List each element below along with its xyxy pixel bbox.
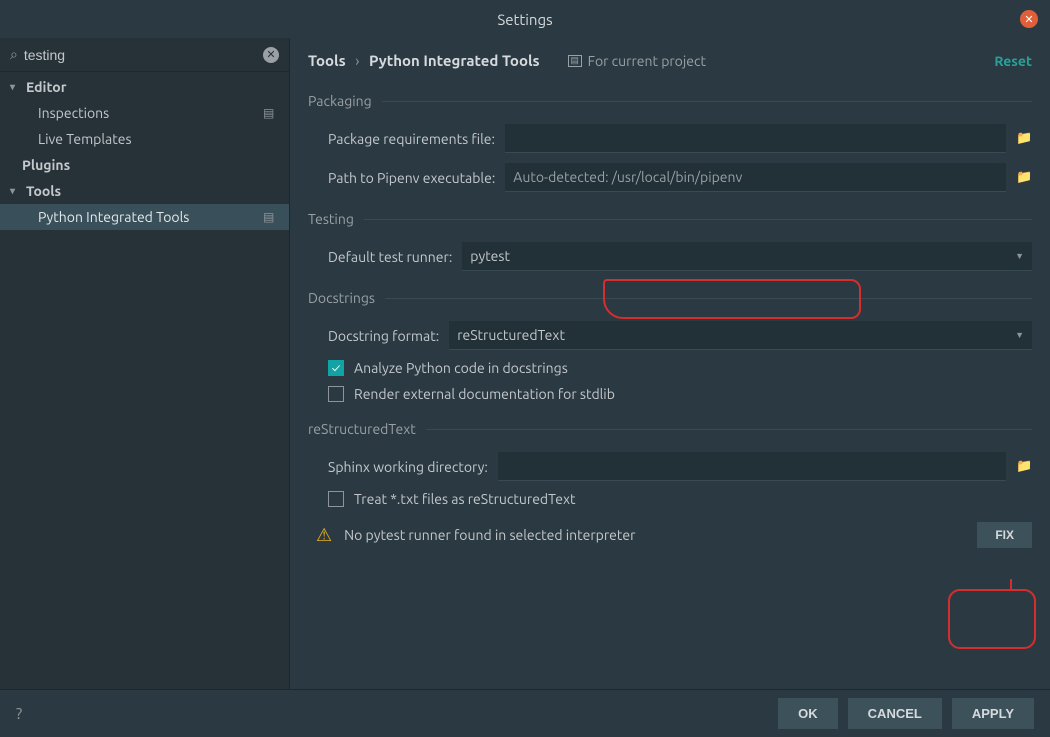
sidebar-item-tools[interactable]: ▾ Tools <box>0 178 289 204</box>
docstring-format-label: Docstring format: <box>328 328 439 344</box>
analyze-docstrings-label: Analyze Python code in docstrings <box>354 360 568 376</box>
folder-icon[interactable]: 📁 <box>1016 459 1032 474</box>
sidebar-label: Plugins <box>22 157 70 173</box>
project-scope-icon: ▤ <box>568 55 582 67</box>
chevron-down-icon: ▼ <box>1015 330 1024 340</box>
chevron-down-icon: ▾ <box>10 81 24 93</box>
analyze-docstrings-checkbox[interactable]: ✓ <box>328 360 344 376</box>
render-stdlib-label: Render external documentation for stdlib <box>354 386 615 402</box>
sidebar-item-inspections[interactable]: Inspections ▤ <box>0 100 289 126</box>
help-icon[interactable]: ? <box>16 705 22 723</box>
reset-link[interactable]: Reset <box>994 53 1032 69</box>
package-requirements-label: Package requirements file: <box>328 131 495 147</box>
section-title-label: Docstrings <box>308 290 375 306</box>
search-box: ⌕ ✕ <box>0 38 289 72</box>
render-stdlib-checkbox[interactable] <box>328 386 344 402</box>
search-icon: ⌕ <box>10 46 18 63</box>
section-title-label: Packaging <box>308 93 372 109</box>
docstring-format-dropdown[interactable]: reStructuredText ▼ <box>449 321 1032 350</box>
pipenv-path-label: Path to Pipenv executable: <box>328 170 495 186</box>
sidebar-item-live-templates[interactable]: Live Templates <box>0 126 289 152</box>
ok-button[interactable]: OK <box>778 698 838 729</box>
section-title-label: Testing <box>308 211 354 227</box>
cancel-button[interactable]: CANCEL <box>848 698 942 729</box>
folder-icon[interactable]: 📁 <box>1016 131 1032 146</box>
sphinx-dir-label: Sphinx working directory: <box>328 459 488 475</box>
clear-search-icon[interactable]: ✕ <box>263 47 279 63</box>
breadcrumb: Tools › Python Integrated Tools <box>308 52 540 69</box>
folder-icon[interactable]: 📁 <box>1016 170 1032 185</box>
section-packaging: Packaging <box>308 93 1032 109</box>
project-scope-icon: ▤ <box>263 210 279 224</box>
pipenv-path-field[interactable]: Auto-detected: /usr/local/bin/pipenv <box>505 163 1006 192</box>
sidebar-label: Tools <box>26 183 61 199</box>
warning-icon: ⚠ <box>316 525 332 546</box>
sidebar-label: Live Templates <box>38 131 132 147</box>
sphinx-dir-field[interactable] <box>498 452 1006 481</box>
sidebar-label: Python Integrated Tools <box>38 209 189 225</box>
sidebar-item-python-integrated-tools[interactable]: Python Integrated Tools ▤ <box>0 204 289 230</box>
dropdown-value: reStructuredText <box>457 327 565 343</box>
sidebar-item-editor[interactable]: ▾ Editor <box>0 74 289 100</box>
section-rst: reStructuredText <box>308 421 1032 437</box>
package-requirements-field[interactable] <box>505 124 1006 153</box>
default-test-runner-dropdown[interactable]: pytest ▼ <box>462 242 1032 271</box>
chevron-down-icon: ▼ <box>1015 251 1024 261</box>
apply-button[interactable]: APPLY <box>952 698 1034 729</box>
settings-content: Tools › Python Integrated Tools ▤ For cu… <box>290 38 1050 689</box>
default-test-runner-label: Default test runner: <box>328 249 452 265</box>
for-current-project-label: For current project <box>588 53 706 69</box>
section-title-label: reStructuredText <box>308 421 416 437</box>
breadcrumb-root: Tools <box>308 52 346 69</box>
dropdown-value: pytest <box>470 248 510 264</box>
treat-txt-checkbox[interactable] <box>328 491 344 507</box>
breadcrumb-separator: › <box>355 52 359 69</box>
project-scope-icon: ▤ <box>263 106 279 120</box>
sidebar-label: Editor <box>26 79 66 95</box>
treat-txt-label: Treat *.txt files as reStructuredText <box>354 491 576 507</box>
warning-text: No pytest runner found in selected inter… <box>344 527 635 543</box>
search-input[interactable] <box>24 47 263 63</box>
window-title: Settings <box>497 11 552 28</box>
sidebar-label: Inspections <box>38 105 109 121</box>
close-icon[interactable]: ✕ <box>1020 10 1038 28</box>
fix-button[interactable]: FIX <box>977 522 1032 548</box>
section-docstrings: Docstrings <box>308 290 1032 306</box>
for-current-project-badge: ▤ For current project <box>568 53 706 69</box>
settings-sidebar: ⌕ ✕ ▾ Editor Inspections ▤ Live Template… <box>0 38 290 689</box>
section-testing: Testing <box>308 211 1032 227</box>
chevron-down-icon: ▾ <box>10 185 24 197</box>
sidebar-item-plugins[interactable]: Plugins <box>0 152 289 178</box>
breadcrumb-leaf: Python Integrated Tools <box>369 52 540 69</box>
